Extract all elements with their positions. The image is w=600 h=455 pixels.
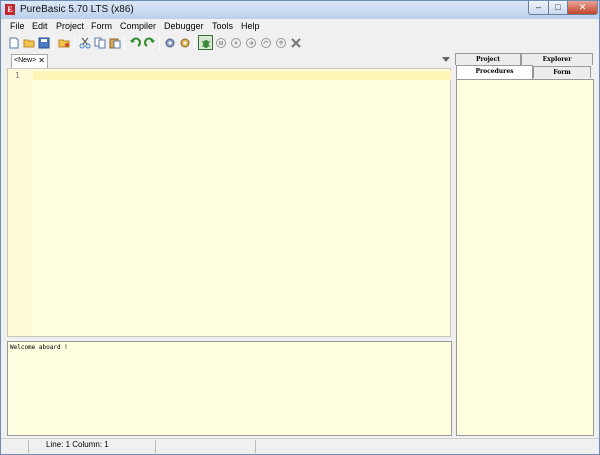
editor-tab-strip: <New> ✕ [5,53,452,68]
purebasic-logo-icon: E [5,4,15,15]
stop-icon[interactable] [215,37,227,49]
status-bar: Line: 1 Column: 1 [1,438,599,454]
play-icon[interactable] [230,37,242,49]
tab-form[interactable]: Form [533,66,591,78]
copy-icon[interactable] [94,37,106,49]
main-window: E PureBasic 5.70 LTS (x86) – □ ✕ File Ed… [0,0,600,455]
toolbar-separator [159,37,160,50]
toolbar-separator [74,37,75,50]
toolbar-separator [53,37,54,50]
paste-icon[interactable] [109,37,121,49]
cut-icon[interactable] [79,37,91,49]
chevron-down-icon[interactable] [442,57,450,62]
save-all-icon[interactable] [58,37,70,49]
line-number-gutter: 1 [8,69,33,336]
tab-explorer[interactable]: Explorer [521,53,593,65]
output-message: Welcome aboard ! [10,344,68,351]
compile-icon[interactable] [164,37,176,49]
step-icon[interactable] [245,37,257,49]
step-out-icon[interactable] [275,37,287,49]
menu-help[interactable]: Help [241,21,260,31]
title-bar[interactable]: E PureBasic 5.70 LTS (x86) – □ ✕ [1,1,599,19]
step-over-icon[interactable] [260,37,272,49]
tab-new-file[interactable]: <New> ✕ [11,54,48,68]
redo-icon[interactable] [144,37,156,49]
save-icon[interactable] [38,37,50,49]
menu-bar: File Edit Project Form Compiler Debugger… [1,19,599,34]
line-number: 1 [15,71,20,80]
kill-icon[interactable] [290,37,302,49]
menu-edit[interactable]: Edit [32,21,48,31]
status-cell-position [29,440,156,453]
menu-compiler[interactable]: Compiler [120,21,156,31]
toolbar-separator [124,37,125,50]
minimize-button[interactable]: – [528,1,549,15]
code-editor[interactable]: 1 [7,68,451,337]
menu-form[interactable]: Form [91,21,112,31]
menu-tools[interactable]: Tools [212,21,233,31]
status-cell-blank [1,440,29,453]
undo-icon[interactable] [129,37,141,49]
tab-project[interactable]: Project [455,53,521,65]
menu-debugger[interactable]: Debugger [164,21,204,31]
output-panel[interactable]: Welcome aboard ! [7,341,452,436]
tab-label: <New> [14,57,37,64]
close-button[interactable]: ✕ [567,1,598,15]
menu-project[interactable]: Project [56,21,84,31]
toolbar-separator [194,37,195,50]
procedures-list[interactable] [456,79,594,436]
tools-panel: Project Explorer Procedures Form [455,53,595,436]
compile-run-icon[interactable] [179,37,191,49]
maximize-button[interactable]: □ [548,1,568,15]
debugger-icon[interactable] [198,35,213,50]
close-tab-icon[interactable]: ✕ [38,55,45,67]
new-file-icon[interactable] [8,37,20,49]
status-cell-info [156,440,256,453]
tab-procedures[interactable]: Procedures [456,65,533,79]
menu-file[interactable]: File [10,21,25,31]
open-folder-icon[interactable] [23,37,35,49]
window-title: PureBasic 5.70 LTS (x86) [20,4,134,15]
toolbar [1,34,599,52]
current-line-highlight [33,71,451,80]
